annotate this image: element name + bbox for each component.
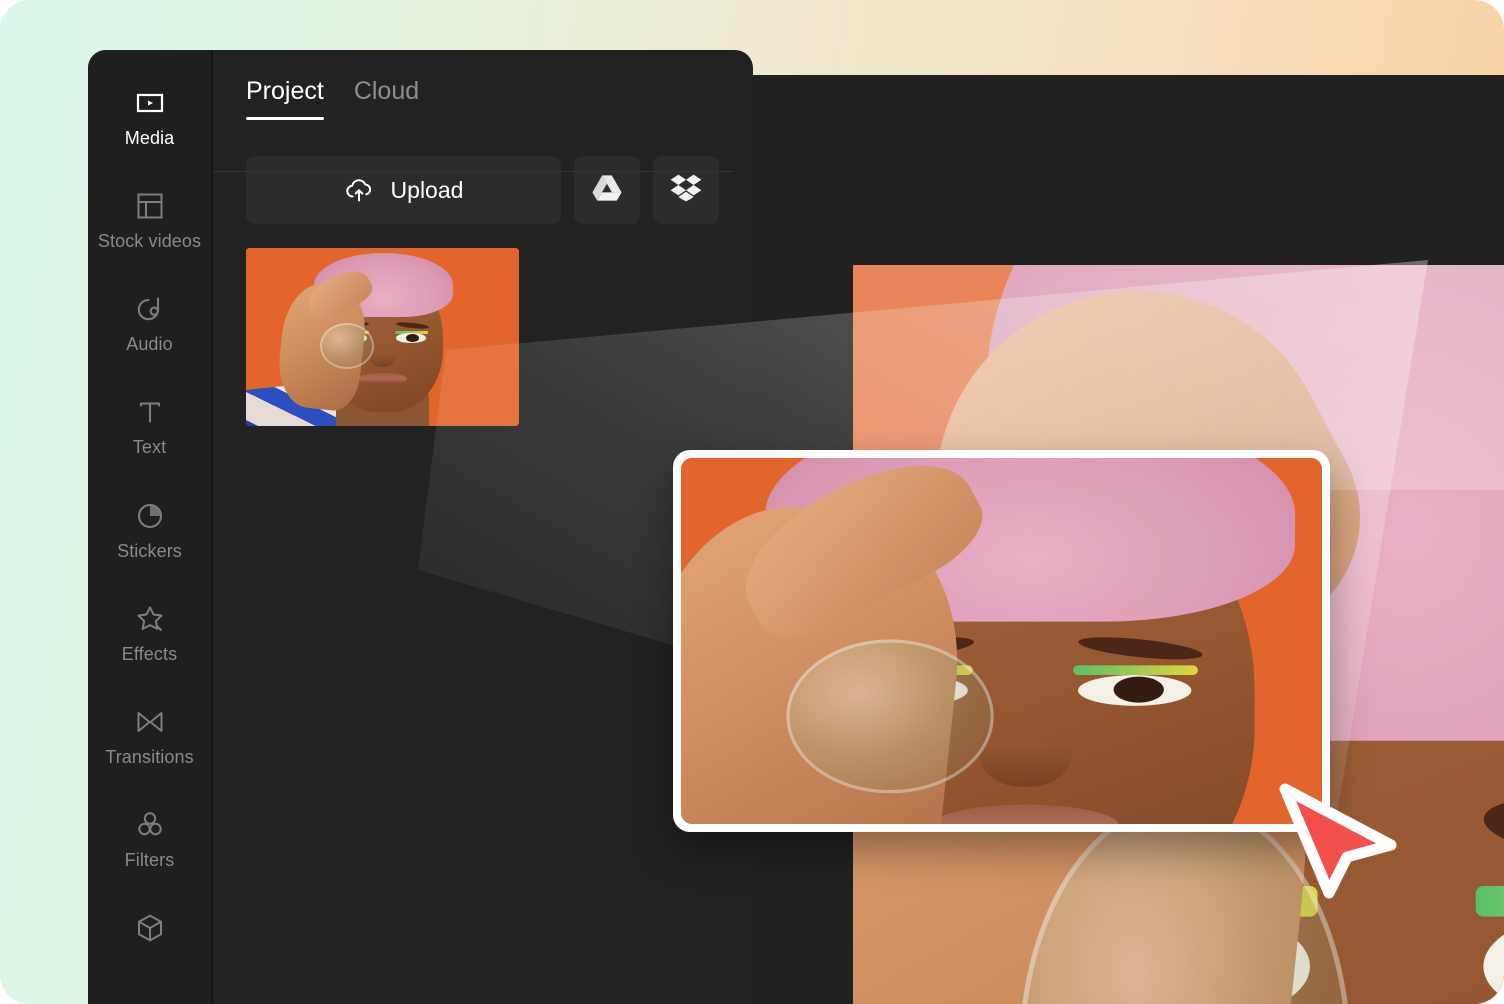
tab-cloud[interactable]: Cloud [354, 77, 419, 120]
cube-3d-icon [133, 911, 167, 945]
panel-tabs: Project Cloud [246, 50, 753, 120]
sidebar-item-transitions[interactable]: Transitions [88, 705, 211, 767]
sidebar-item-label: Media [124, 128, 175, 148]
sidebar-item-label: Stickers [117, 540, 182, 561]
tab-project[interactable]: Project [246, 77, 324, 120]
sidebar-item-filters[interactable]: Filters [88, 808, 211, 870]
google-drive-button[interactable] [574, 156, 640, 224]
sticker-circle-icon [133, 499, 167, 533]
app-window: Media Stock videos Audio Text Stickers E… [88, 50, 1504, 1004]
sidebar-item-effects[interactable]: Effects [88, 602, 211, 664]
upload-button-label: Upload [390, 176, 464, 203]
media-panel: Media Stock videos Audio Text Stickers E… [88, 50, 753, 1004]
sidebar-item-cube[interactable] [88, 911, 211, 953]
transitions-bowtie-icon [133, 705, 167, 739]
cloud-upload-icon [344, 175, 374, 205]
text-t-icon [133, 395, 167, 429]
tabs-divider [213, 171, 733, 172]
sidebar-item-label: Text [132, 437, 167, 458]
tab-label: Project [246, 77, 324, 105]
sidebar-item-audio[interactable]: Audio [88, 292, 211, 354]
sidebar-item-text[interactable]: Text [88, 395, 211, 457]
audio-note-icon [133, 292, 167, 326]
google-drive-icon [591, 173, 623, 208]
sidebar-item-stock-videos[interactable]: Stock videos [88, 189, 211, 251]
sidebar-item-media[interactable]: Media [88, 86, 211, 148]
sidebar: Media Stock videos Audio Text Stickers E… [88, 50, 213, 1004]
effects-star-icon [133, 602, 167, 636]
layout-grid-icon [133, 189, 167, 223]
media-thumbnail-artwork [246, 248, 519, 426]
sidebar-item-label: Transitions [105, 746, 194, 767]
sidebar-item-label: Audio [126, 334, 173, 355]
sidebar-item-label: Effects [121, 643, 178, 664]
page-backdrop: Media Stock videos Audio Text Stickers E… [0, 0, 1504, 1004]
media-play-rect-icon [133, 86, 167, 120]
upload-row: Upload [246, 156, 753, 224]
tab-label: Cloud [353, 77, 420, 105]
dragged-media-card[interactable] [673, 450, 1330, 832]
panel-content: Project Cloud Upload [213, 50, 753, 1004]
filters-circles-icon [133, 808, 167, 842]
media-thumbnail[interactable] [246, 248, 519, 426]
dragged-media-artwork [681, 458, 1322, 824]
screenshot-root: Media Stock videos Audio Text Stickers E… [0, 0, 1504, 1004]
sidebar-item-label: Filters [124, 850, 175, 871]
dropbox-icon [670, 173, 702, 208]
dropbox-button[interactable] [653, 156, 719, 224]
sidebar-item-label: Stock videos [97, 231, 202, 252]
sidebar-item-stickers[interactable]: Stickers [88, 499, 211, 561]
upload-button[interactable]: Upload [246, 156, 561, 224]
